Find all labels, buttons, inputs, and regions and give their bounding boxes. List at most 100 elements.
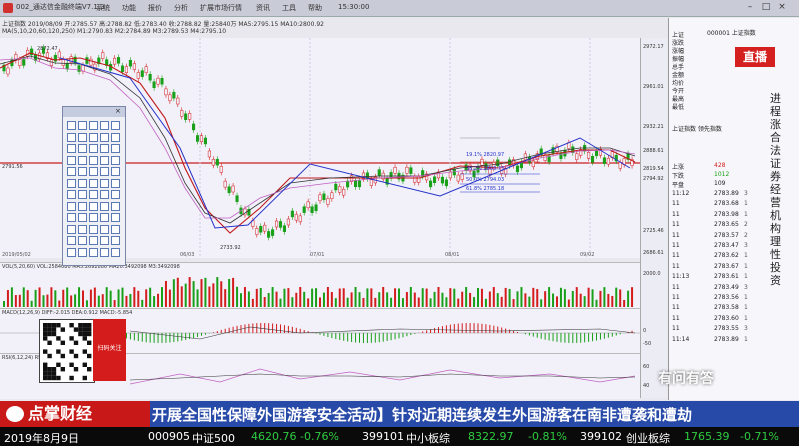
drawing-tool-icon[interactable] <box>100 236 109 245</box>
drawing-tool-icon[interactable] <box>111 121 120 130</box>
menu-news[interactable]: 资讯 <box>256 3 270 13</box>
drawing-tool-icon[interactable] <box>111 190 120 199</box>
drawing-tool-icon[interactable] <box>89 247 98 257</box>
tick-row: 11 2783.47 3 <box>672 242 748 249</box>
drawing-tool-icon[interactable] <box>67 236 76 245</box>
drawing-tool-icon[interactable] <box>100 144 109 153</box>
drawing-tool-icon[interactable] <box>78 144 87 153</box>
qr-module <box>51 327 57 332</box>
drawing-tool-icon[interactable] <box>89 155 98 165</box>
tick-price: 2783.89 <box>714 335 739 343</box>
drawing-tool-icon[interactable] <box>100 132 109 142</box>
candle-body <box>271 229 275 236</box>
menu-function[interactable]: 功能 <box>122 3 136 13</box>
candle-body <box>136 72 140 79</box>
drawing-tool-icon[interactable] <box>67 201 76 211</box>
drawing-tool-icon[interactable] <box>67 155 76 165</box>
drawing-tool-icon[interactable] <box>89 213 98 222</box>
maximize-icon[interactable]: □ <box>760 2 772 13</box>
drawing-tool-icon[interactable] <box>78 155 87 165</box>
drawing-tool-icon[interactable] <box>100 201 109 211</box>
volume-bar <box>441 292 444 307</box>
qr-module <box>47 323 52 328</box>
candle-body <box>144 66 148 73</box>
candle-body <box>322 193 326 201</box>
drawing-tool-icon[interactable] <box>78 201 87 211</box>
drawing-tool-icon[interactable] <box>78 190 87 199</box>
minimize-icon[interactable]: – <box>744 2 756 13</box>
candle-body <box>559 152 563 159</box>
qr-module <box>82 323 87 328</box>
drawing-tool-icon[interactable] <box>67 213 76 222</box>
drawing-tool-icon[interactable] <box>100 155 109 165</box>
close-icon[interactable]: × <box>776 2 788 13</box>
toolbox-close-icon[interactable]: × <box>115 107 121 115</box>
macd-bar <box>497 326 499 333</box>
tick-row: 11 2783.57 2 <box>672 232 748 239</box>
drawing-tool-icon[interactable] <box>67 247 76 257</box>
drawing-tool-icon[interactable] <box>78 224 87 234</box>
drawing-toolbox[interactable]: × <box>62 106 126 266</box>
drawing-tool-icon[interactable] <box>111 132 120 142</box>
macd-bar <box>283 325 285 333</box>
menu-analysis[interactable]: 分析 <box>174 3 188 13</box>
drawing-tool-icon[interactable] <box>89 224 98 234</box>
volume-bar <box>58 300 61 307</box>
drawing-tool-icon[interactable] <box>111 236 120 245</box>
drawing-tool-icon[interactable] <box>100 190 109 199</box>
drawing-tool-icon[interactable] <box>67 224 76 234</box>
macd-bar <box>489 324 491 333</box>
volume-bar <box>453 288 456 307</box>
macd-bar <box>347 333 349 342</box>
drawing-tool-icon[interactable] <box>78 247 87 257</box>
drawing-tool-icon[interactable] <box>100 167 109 176</box>
volume-bar <box>93 287 96 307</box>
menu-extended-market[interactable]: 扩展市场行情 <box>200 3 242 13</box>
menu-quote[interactable]: 报价 <box>148 3 162 13</box>
drawing-tool-icon[interactable] <box>100 247 109 257</box>
candle-body <box>259 226 263 233</box>
drawing-tool-icon[interactable] <box>89 236 98 245</box>
menu-help[interactable]: 帮助 <box>308 3 322 13</box>
drawing-tool-icon[interactable] <box>100 224 109 234</box>
drawing-tool-icon[interactable] <box>67 144 76 153</box>
drawing-tool-icon[interactable] <box>111 224 120 234</box>
volume-bar <box>196 289 199 307</box>
drawing-tool-icon[interactable] <box>78 167 87 176</box>
drawing-tool-icon[interactable] <box>111 167 120 176</box>
drawing-tool-icon[interactable] <box>78 236 87 245</box>
drawing-tool-icon[interactable] <box>67 132 76 142</box>
drawing-tool-icon[interactable] <box>100 213 109 222</box>
drawing-tool-icon[interactable] <box>89 167 98 176</box>
drawing-tool-icon[interactable] <box>89 178 98 188</box>
ma-info-line: MA(5,10,20,60,120,250) M1:2790.83 M2:278… <box>2 28 227 35</box>
index-code-1: 000905 <box>148 430 190 443</box>
drawing-tool-icon[interactable] <box>89 132 98 142</box>
drawing-tool-icon[interactable] <box>67 190 76 199</box>
drawing-tool-icon[interactable] <box>100 121 109 130</box>
drawing-tool-icon[interactable] <box>100 178 109 188</box>
volume-bar <box>429 298 432 307</box>
drawing-tool-icon[interactable] <box>78 178 87 188</box>
volume-panel[interactable]: VOL(5,20,60) VOL:2584080 MA5:2692886 MA2… <box>0 262 640 308</box>
drawing-tool-icon[interactable] <box>111 201 120 211</box>
drawing-tool-icon[interactable] <box>89 190 98 199</box>
drawing-tool-icon[interactable] <box>89 201 98 211</box>
drawing-tool-icon[interactable] <box>111 178 120 188</box>
drawing-tool-icon[interactable] <box>78 121 87 130</box>
drawing-tool-icon[interactable] <box>89 121 98 130</box>
drawing-tool-icon[interactable] <box>111 155 120 165</box>
live-badge[interactable]: 直播 <box>735 47 775 67</box>
menu-system[interactable]: 系统 <box>96 3 110 13</box>
drawing-tool-icon[interactable] <box>67 121 76 130</box>
drawing-tool-icon[interactable] <box>111 213 120 222</box>
macd-bar <box>355 333 357 343</box>
drawing-tool-icon[interactable] <box>78 213 87 222</box>
drawing-tool-icon[interactable] <box>67 178 76 188</box>
drawing-tool-icon[interactable] <box>89 144 98 153</box>
menu-tools[interactable]: 工具 <box>282 3 296 13</box>
drawing-tool-icon[interactable] <box>111 144 120 153</box>
drawing-tool-icon[interactable] <box>111 247 120 257</box>
drawing-tool-icon[interactable] <box>78 132 87 142</box>
drawing-tool-icon[interactable] <box>67 167 76 176</box>
